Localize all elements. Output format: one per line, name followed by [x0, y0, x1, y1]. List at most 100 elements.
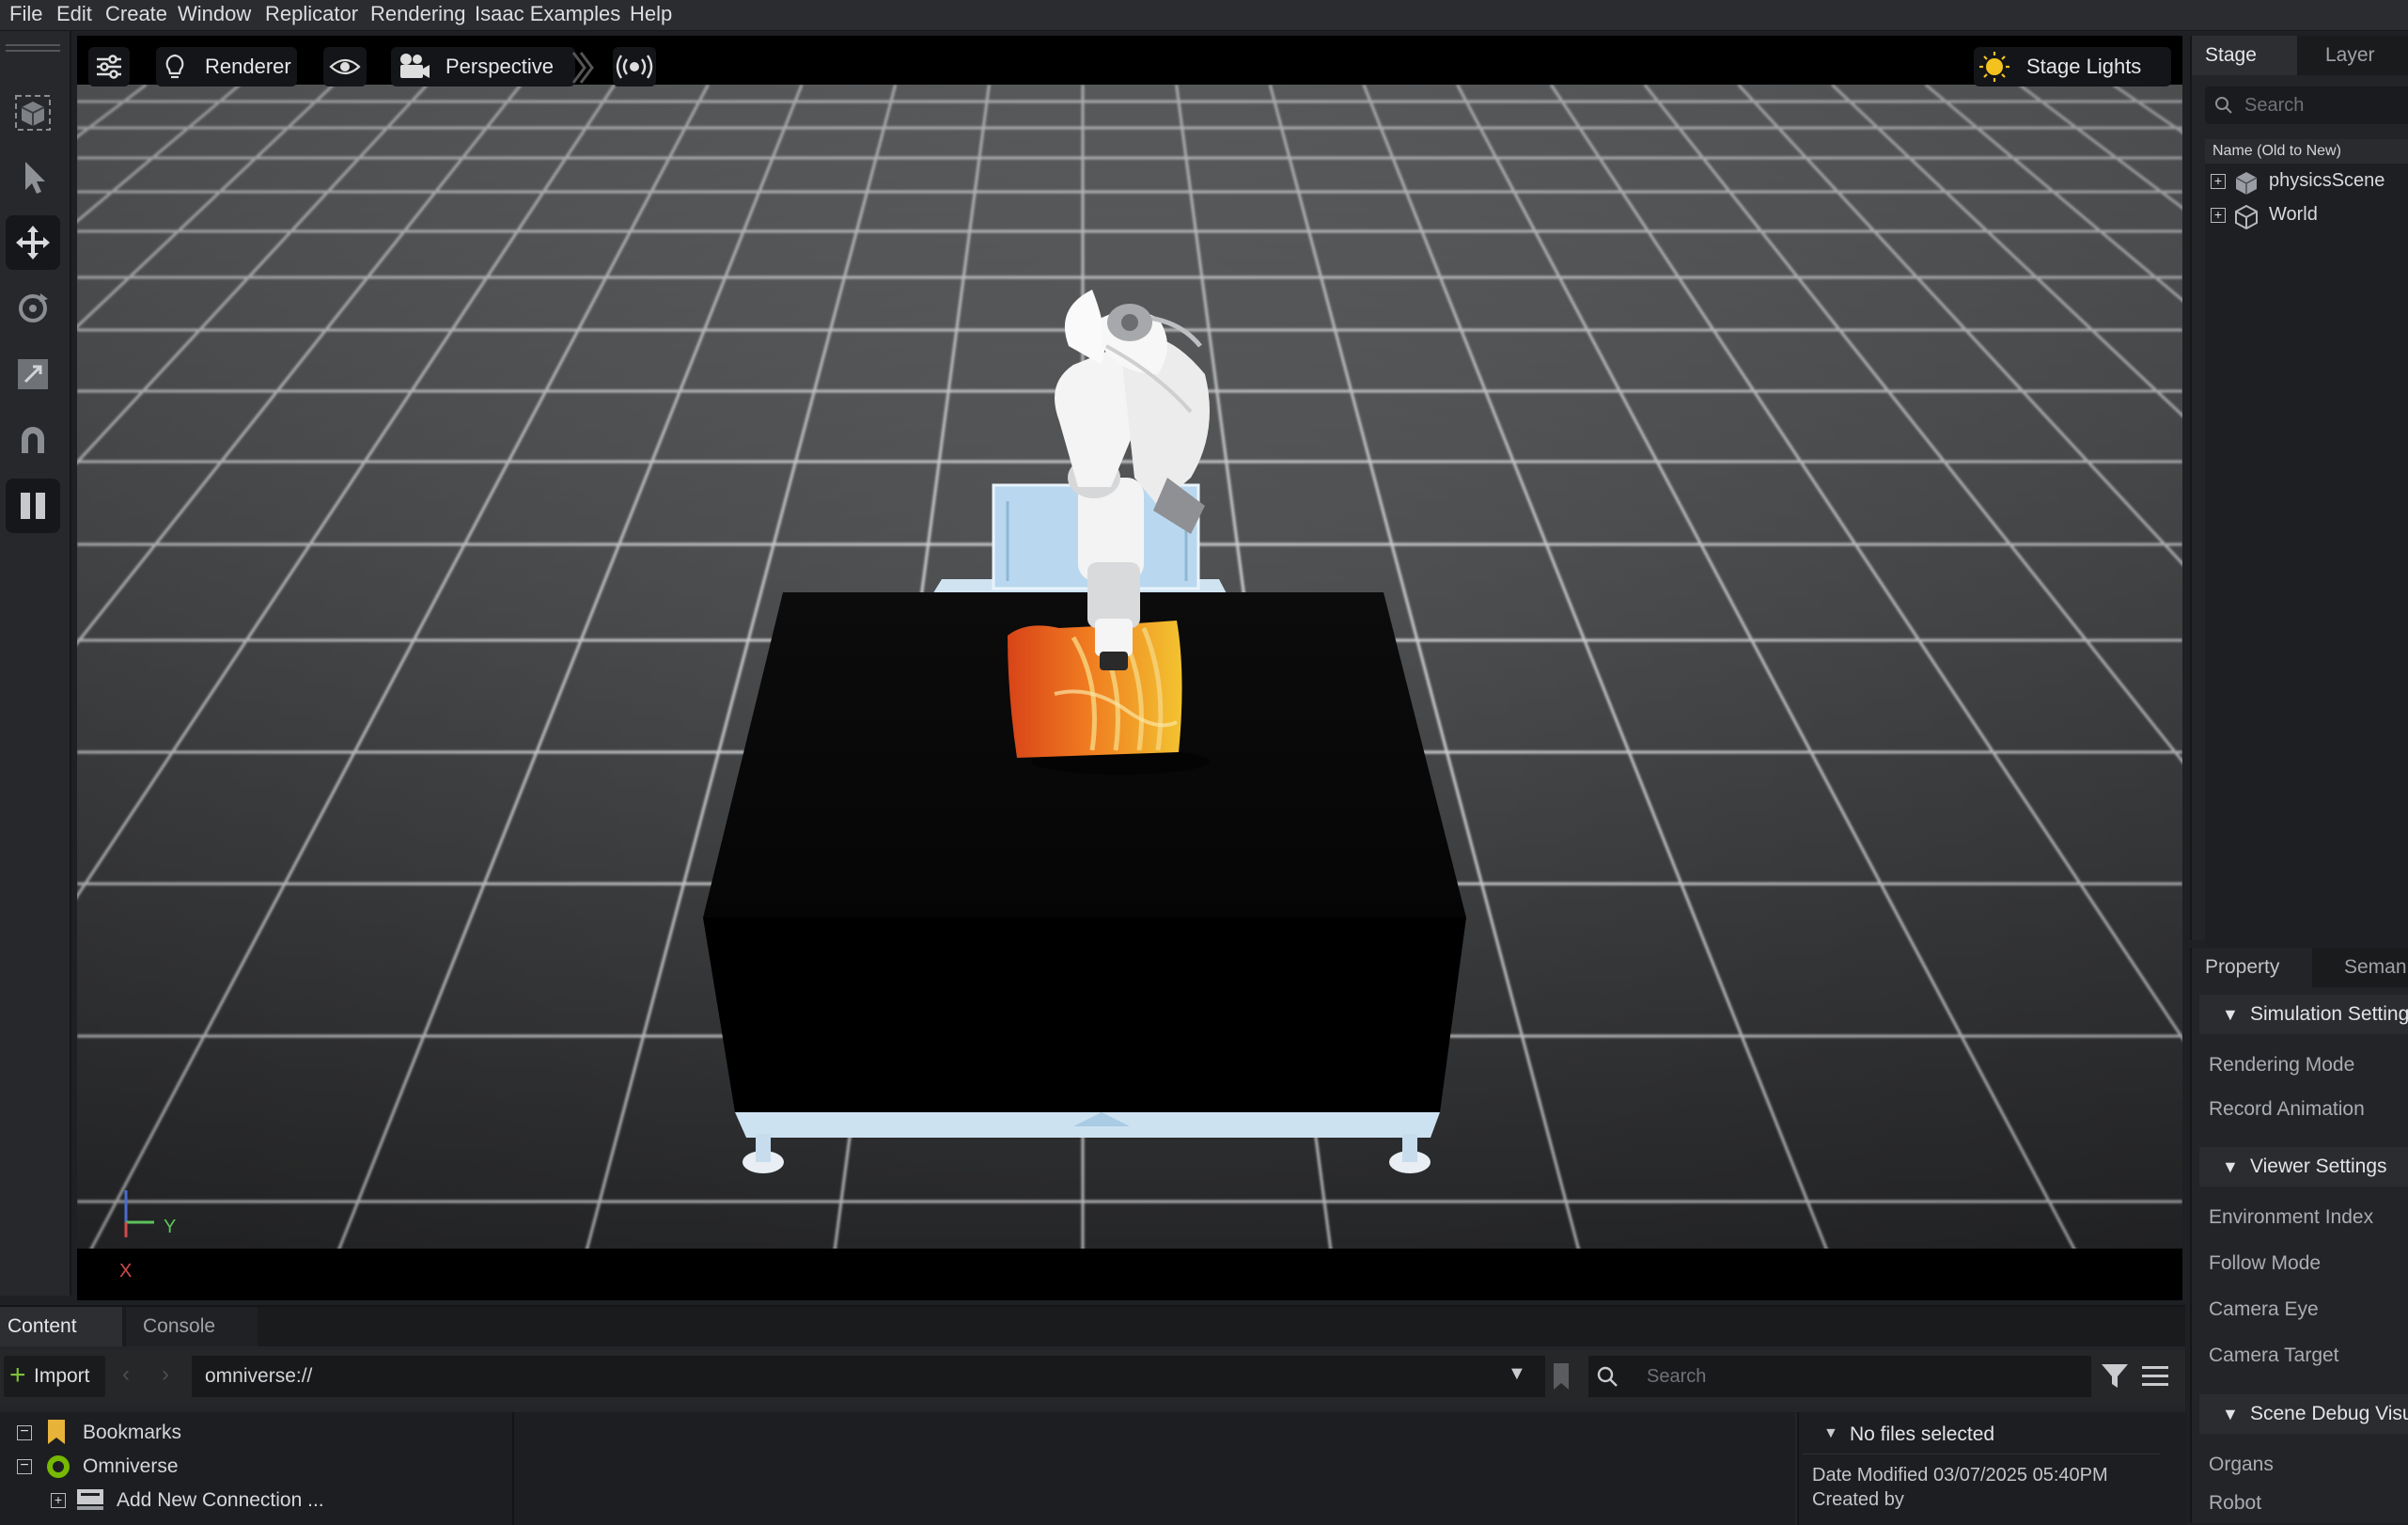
move-tool[interactable] — [6, 215, 60, 270]
broadcast-button[interactable] — [613, 47, 656, 86]
scene-render[interactable]: Y X — [77, 36, 2182, 1300]
tab-property[interactable]: Property — [2192, 948, 2312, 987]
left-toolbar — [0, 31, 71, 1296]
move-arrows-icon — [16, 226, 50, 259]
search-icon — [2215, 97, 2232, 114]
axis-y-label: Y — [164, 1217, 176, 1237]
stage-search-placeholder: Search — [2244, 95, 2305, 116]
stage-tree-item[interactable]: + World — [2205, 199, 2408, 231]
cube-select-icon — [15, 95, 51, 131]
path-input[interactable]: omniverse:// ▼ — [192, 1356, 1545, 1397]
prop-follow-mode: Follow Mode — [2209, 1252, 2322, 1274]
filter-icon[interactable] — [2100, 1361, 2130, 1391]
tree-item-omniverse[interactable]: − Omniverse — [0, 1450, 512, 1482]
expand-plus-icon[interactable]: + — [51, 1493, 66, 1508]
section-scene-debug[interactable]: ▼ Scene Debug Visu — [2199, 1394, 2408, 1434]
renderer-label: Renderer — [205, 55, 291, 78]
expand-plus-icon[interactable]: + — [2211, 174, 2226, 189]
prop-record-animation: Record Animation — [2209, 1098, 2365, 1120]
bookmark-icon[interactable] — [1551, 1361, 1571, 1391]
expand-plus-icon[interactable]: + — [2211, 208, 2226, 223]
file-info-title: No files selected — [1850, 1423, 1995, 1445]
section-simulation-settings[interactable]: ▼ Simulation Setting — [2199, 995, 2408, 1034]
menu-rendering[interactable]: Rendering — [370, 0, 466, 30]
tree-item-add-connection[interactable]: + Add New Connection ... — [0, 1484, 512, 1516]
viewport[interactable]: Y X Renderer Perspective Stage Lights — [77, 36, 2182, 1300]
rotate-icon — [19, 293, 48, 322]
toolbar-grip — [6, 44, 60, 52]
toolbar-expand-chevron-icon[interactable] — [566, 49, 594, 86]
pointer-arrow-icon — [25, 162, 45, 194]
menu-bar: File Edit Create Window Replicator Rende… — [0, 0, 2408, 31]
menu-file[interactable]: File — [9, 0, 42, 30]
collapse-minus-icon[interactable]: − — [17, 1424, 32, 1440]
collapse-triangle-icon: ▼ — [2222, 1157, 2239, 1176]
list-menu-icon[interactable] — [2141, 1363, 2169, 1390]
stage-tree-item[interactable]: + physicsScene — [2205, 165, 2408, 197]
prop-camera-target: Camera Target — [2209, 1344, 2339, 1366]
stage-tree: Name (Old to New) + physicsScene + World — [2205, 139, 2408, 967]
import-label: Import — [34, 1365, 90, 1387]
forward-arrow-icon[interactable]: › — [162, 1361, 169, 1388]
camera-button[interactable]: Perspective — [391, 47, 575, 86]
plus-icon: + — [9, 1360, 26, 1391]
stage-lights-label: Stage Lights — [2026, 55, 2142, 78]
scale-tool[interactable] — [6, 347, 60, 401]
sun-icon — [1979, 52, 2009, 82]
stage-lights-button[interactable]: Stage Lights — [1974, 47, 2171, 86]
tree-item-label: Add New Connection ... — [117, 1489, 324, 1511]
omniverse-icon — [47, 1455, 70, 1478]
stage-tabbar: Stage Layer — [2192, 36, 2408, 75]
rotate-tool[interactable] — [6, 281, 60, 336]
file-info-panel: ▼ No files selected Date Modified 03/07/… — [1797, 1412, 2187, 1525]
tree-item-bookmarks[interactable]: − Bookmarks — [0, 1416, 512, 1448]
snap-tool[interactable] — [6, 413, 60, 467]
scale-icon — [18, 359, 48, 389]
menu-help[interactable]: Help — [630, 0, 672, 30]
prop-rendering-mode: Rendering Mode — [2209, 1054, 2355, 1076]
content-tree: − Bookmarks − Omniverse + Add New Connec… — [0, 1412, 514, 1525]
stage-column-header[interactable]: Name (Old to New) — [2205, 139, 2408, 164]
viewport-settings-button[interactable] — [88, 47, 130, 86]
section-title: Viewer Settings — [2250, 1156, 2387, 1177]
tab-content[interactable]: Content — [0, 1307, 122, 1346]
tab-semantics[interactable]: Seman — [2344, 948, 2408, 987]
renderer-button[interactable]: Renderer — [156, 47, 297, 86]
prop-organs: Organs — [2209, 1454, 2274, 1475]
menu-edit[interactable]: Edit — [56, 0, 92, 30]
property-tabbar: Property Seman — [2192, 948, 2408, 987]
visibility-button[interactable] — [323, 47, 367, 86]
tree-item-label: Omniverse — [83, 1455, 179, 1477]
content-search-input[interactable]: Search — [1588, 1356, 2091, 1397]
broadcast-icon — [616, 55, 653, 79]
stage-item-label: World — [2269, 204, 2318, 225]
menu-isaac-examples[interactable]: Isaac Examples — [475, 0, 620, 30]
collapse-triangle-icon: ▼ — [1823, 1425, 1838, 1441]
tab-console[interactable]: Console — [126, 1307, 258, 1346]
prop-robot: Robot — [2209, 1492, 2262, 1514]
axis-x-label: X — [119, 1261, 132, 1281]
stage-search-input[interactable]: Search — [2205, 86, 2408, 124]
search-icon — [1597, 1366, 1618, 1387]
content-panel: Content Console + Import ‹ › omniverse:/… — [0, 1305, 2187, 1525]
prim-cube-icon — [2235, 172, 2258, 195]
select-tool[interactable] — [6, 149, 60, 204]
tab-stage[interactable]: Stage — [2192, 36, 2297, 75]
pause-button[interactable] — [6, 479, 60, 533]
content-file-list[interactable] — [514, 1412, 1795, 1525]
section-viewer-settings[interactable]: ▼ Viewer Settings — [2199, 1147, 2408, 1187]
back-arrow-icon[interactable]: ‹ — [122, 1361, 130, 1388]
collapse-minus-icon[interactable]: − — [17, 1458, 32, 1474]
tree-item-label: Bookmarks — [83, 1422, 182, 1443]
stage-panel: Stage Layer Search Name (Old to New) + p… — [2190, 36, 2408, 967]
tab-layer[interactable]: Layer — [2325, 36, 2408, 75]
prop-camera-eye: Camera Eye — [2209, 1298, 2319, 1320]
import-button[interactable]: + Import — [4, 1356, 105, 1397]
content-tabbar: Content Console — [0, 1307, 2185, 1346]
file-info-header[interactable]: ▼ No files selected — [1803, 1416, 2160, 1454]
select-mode-tool[interactable] — [6, 86, 60, 140]
menu-create[interactable]: Create — [105, 0, 167, 30]
path-dropdown-icon[interactable]: ▼ — [1508, 1363, 1526, 1385]
menu-window[interactable]: Window — [178, 0, 251, 30]
menu-replicator[interactable]: Replicator — [265, 0, 358, 30]
